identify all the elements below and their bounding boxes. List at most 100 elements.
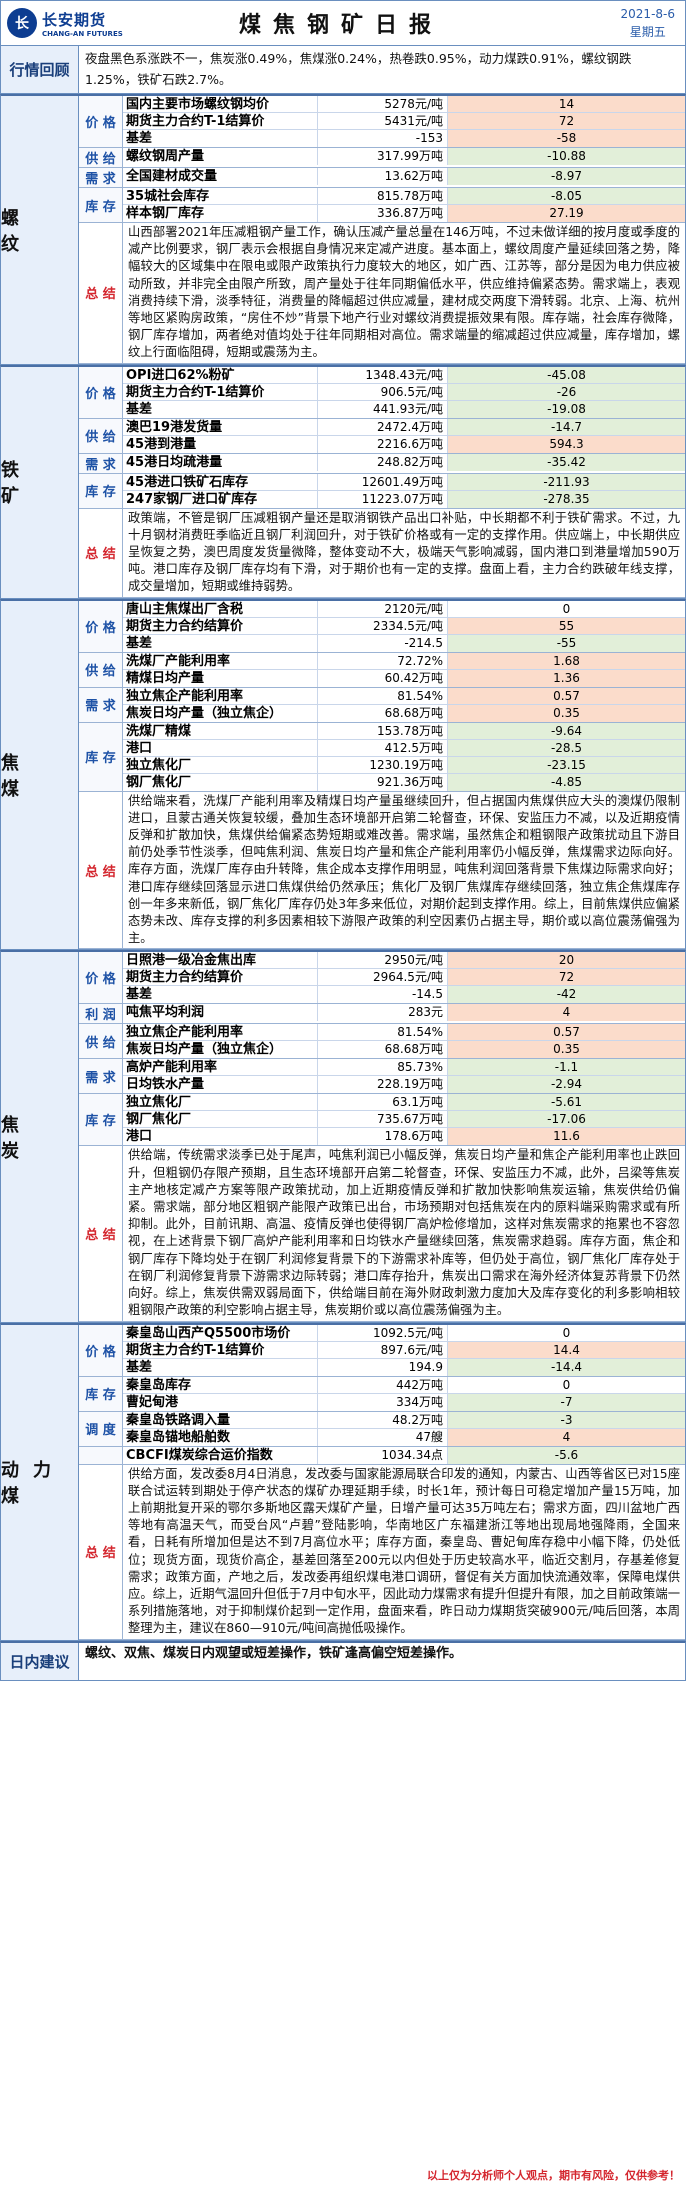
indicator-label: 曹妃甸港 <box>123 1393 318 1411</box>
table-row: 钢厂焦化厂 921.36万吨 -4.85 <box>123 773 685 791</box>
indicator-change: -211.93 <box>448 473 685 490</box>
section-body: 价 格 OPI进口62%粉矿 1348.43元/吨 -45.08 期货主力合约T-1结算… <box>79 366 685 598</box>
section-summary: 总 结供给端，传统需求淡季已处于尾声，吨焦利润已小幅反弹，焦炭日均产量和焦企产能… <box>79 1146 685 1322</box>
section-body: 价 格秦皇岛山西产Q5500市场价 1092.5元/吨 0 期货主力合约T-1结算价 8… <box>79 1324 685 1640</box>
indicator-value: 81.54% <box>318 1024 448 1041</box>
indicator-group: 需 求全国建材成交量 13.62万吨 -8.97 <box>79 168 685 188</box>
table-row: 焦炭日均产量（独立焦企） 68.68万吨 0.35 <box>123 1041 685 1059</box>
indicator-value: 81.54% <box>318 687 448 704</box>
indicator-label: 螺纹钢周产量 <box>123 148 318 165</box>
indicator-group: 库 存独立焦化厂 63.1万吨 -5.61 钢厂焦化厂 735.67万吨 -17.06 港口… <box>79 1094 685 1147</box>
table-row: 45港到港量 2216.6万吨 594.3 <box>123 435 685 453</box>
table-row: 吨焦平均利润 283元 4 <box>123 1004 685 1022</box>
group-category: 需 求 <box>79 453 123 473</box>
indicator-value: 5431元/吨 <box>318 113 448 129</box>
indicator-label: 焦炭日均产量（独立焦企） <box>123 1041 318 1059</box>
table-row: 秦皇岛库存 442万吨 0 <box>123 1376 685 1394</box>
indicator-value: 153.78万吨 <box>318 722 448 739</box>
indicator-value: 68.68万吨 <box>318 704 448 722</box>
indicator-change: -23.15 <box>448 756 685 773</box>
indicator-value: 1034.34点 <box>318 1446 448 1464</box>
indicator-change: -58 <box>448 130 685 147</box>
section-3: 焦 炭价 格日照港一级冶金焦出库 2950元/吨 20 期货主力合约结算价 2964.5… <box>0 950 686 1323</box>
table-row: 基差 194.9 -14.4 <box>123 1358 685 1376</box>
group-rows: 秦皇岛库存 442万吨 0 曹妃甸港 334万吨 -7 <box>123 1376 685 1411</box>
indicator-change: 0.57 <box>448 1024 685 1041</box>
group-rows: 独立焦化厂 63.1万吨 -5.61 钢厂焦化厂 735.67万吨 -17.06 港口 178… <box>123 1094 685 1146</box>
group-rows: 洗煤厂精煤 153.78万吨 -9.64 港口 412.5万吨 -28.5 独立焦化厂 123… <box>123 722 685 791</box>
section-body: 价 格唐山主焦煤出厂含税 2120元/吨 0 期货主力合约结算价 2334.5元/吨 55… <box>79 600 685 950</box>
indicator-label: 洗煤厂产能利用率 <box>123 652 318 669</box>
indicator-group: 利 润吨焦平均利润 283元 4 <box>79 1004 685 1025</box>
indicator-change: -9.64 <box>448 722 685 739</box>
group-category: 库 存 <box>79 1376 123 1411</box>
indicator-group: 价 格唐山主焦煤出厂含税 2120元/吨 0 期货主力合约结算价 2334.5元/吨 55… <box>79 600 685 653</box>
indicator-group: 库 存 45港进口铁矿石库存 12601.49万吨 -211.93 247家钢厂进口矿库… <box>79 473 685 509</box>
indicator-change: 1.68 <box>448 652 685 669</box>
indicator-label: 45港进口铁矿石库存 <box>123 473 318 490</box>
indicator-value: 815.78万吨 <box>318 188 448 204</box>
table-row: 螺纹钢周产量 317.99万吨 -10.88 <box>123 148 685 165</box>
group-rows: 日照港一级冶金焦出库 2950元/吨 20 期货主力合约结算价 2964.5元/吨 72 基… <box>123 952 685 1004</box>
indicator-group: 供 给螺纹钢周产量 317.99万吨 -10.88 <box>79 148 685 168</box>
indicator-label: 秦皇岛铁路调入量 <box>123 1411 318 1428</box>
indicator-value: 60.42万吨 <box>318 669 448 687</box>
indicator-label: 期货主力合约T-1结算价 <box>123 113 318 129</box>
group-rows: 洗煤厂产能利用率 72.72% 1.68 精煤日均产量 60.42万吨 1.36 <box>123 652 685 687</box>
logo-name-en: CHANG-AN FUTURES <box>42 29 123 38</box>
indicator-label: 洗煤厂精煤 <box>123 722 318 739</box>
section-name: 焦 煤 <box>1 600 79 950</box>
section-name: 焦 炭 <box>1 952 79 1322</box>
table-row: 45港进口铁矿石库存 12601.49万吨 -211.93 <box>123 473 685 491</box>
summary-text: 山西部署2021年压减粗钢产量工作，确认压减产量总量在146万吨，不过未做详细的… <box>128 225 680 360</box>
indicator-label: 港口 <box>123 1128 318 1146</box>
indicator-label: 吨焦平均利润 <box>123 1004 318 1022</box>
indicator-value: 228.19万吨 <box>318 1076 448 1094</box>
table-row: 基差 441.93元/吨 -19.08 <box>123 400 685 418</box>
indicator-group: 需 求高炉产能利用率 85.73% -1.1 日均铁水产量 228.19万吨 -2.94 <box>79 1059 685 1095</box>
table-row: 高炉产能利用率 85.73% -1.1 <box>123 1059 685 1077</box>
indicator-label: OPI进口62%粉矿 <box>123 366 318 383</box>
indicator-group: 库 存 35城社会库存 815.78万吨 -8.05 样本钢厂库存 336.87万吨 27.… <box>79 188 685 223</box>
indicator-value: 441.93元/吨 <box>318 400 448 418</box>
indicator-label: 日均铁水产量 <box>123 1076 318 1094</box>
summary-label: 总 结 <box>79 1464 123 1639</box>
indicator-value: 47艘 <box>318 1428 448 1446</box>
indicator-label: 唐山主焦煤出厂含税 <box>123 600 318 617</box>
indicator-value: 336.87万吨 <box>318 205 448 222</box>
indicator-change: -5.6 <box>448 1446 685 1464</box>
group-category <box>79 1446 123 1464</box>
summary-label: 总 结 <box>79 791 123 949</box>
section-name: 螺 纹 <box>1 96 79 364</box>
indicator-value: 48.2万吨 <box>318 1411 448 1428</box>
indicator-label: 焦炭日均产量（独立焦企） <box>123 704 318 722</box>
indicator-change: -5.61 <box>448 1094 685 1111</box>
group-category: 价 格 <box>79 952 123 1004</box>
indicator-value: 442万吨 <box>318 1376 448 1393</box>
indicator-label: 独立焦企产能利用率 <box>123 1024 318 1041</box>
indicator-change: 0.35 <box>448 704 685 722</box>
indicator-value: 85.73% <box>318 1059 448 1076</box>
indicator-label: 期货主力合约结算价 <box>123 969 318 986</box>
group-rows: 秦皇岛铁路调入量 48.2万吨 -3 秦皇岛锚地船舶数 47艘 4 <box>123 1411 685 1446</box>
indicator-change: -35.42 <box>448 453 685 471</box>
indicator-label: 日照港一级冶金焦出库 <box>123 952 318 969</box>
table-row: 唐山主焦煤出厂含税 2120元/吨 0 <box>123 600 685 618</box>
indicator-label: 秦皇岛库存 <box>123 1376 318 1393</box>
indicator-group: 供 给独立焦企产能利用率 81.54% 0.57 焦炭日均产量（独立焦企） 68.68万… <box>79 1024 685 1060</box>
group-category: 需 求 <box>79 687 123 722</box>
group-category: 库 存 <box>79 1094 123 1146</box>
indicator-change: -17.06 <box>448 1111 685 1128</box>
indicator-label: 秦皇岛锚地船舶数 <box>123 1428 318 1446</box>
commodity-sections: 螺 纹价 格国内主要市场螺纹钢均价 5278元/吨 14 期货主力合约T-1结算价 54… <box>0 94 686 1641</box>
group-rows: 独立焦企产能利用率 81.54% 0.57 焦炭日均产量（独立焦企） 68.68万吨 0.… <box>123 687 685 722</box>
market-recap: 行情回顾 夜盘黑色系涨跌不一，焦炭涨0.49%，焦煤涨0.24%，热卷跌0.95… <box>0 46 686 94</box>
section-name: 铁 矿 <box>1 366 79 598</box>
indicator-group: CBCFI煤炭综合运价指数 1034.34点 -5.6 <box>79 1446 685 1465</box>
indicator-change: 4 <box>448 1428 685 1446</box>
indicator-group: 价 格 OPI进口62%粉矿 1348.43元/吨 -45.08 期货主力合约T-1结算… <box>79 366 685 419</box>
indicator-change: -55 <box>448 634 685 652</box>
indicator-group: 库 存洗煤厂精煤 153.78万吨 -9.64 港口 412.5万吨 -28.5 独立焦化厂… <box>79 722 685 792</box>
indicator-label: 钢厂焦化厂 <box>123 773 318 791</box>
advice-label: 日内建议 <box>1 1642 79 1680</box>
